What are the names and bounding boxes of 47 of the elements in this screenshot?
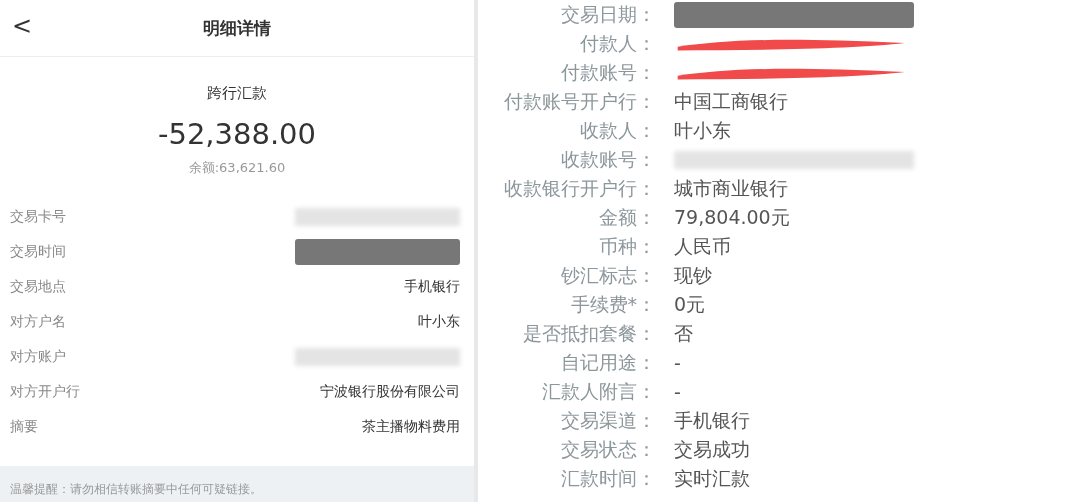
detail-label: 摘要 xyxy=(10,417,38,436)
transaction-type: 跨行汇款 xyxy=(207,84,267,103)
receipt-label: 收款账号： xyxy=(560,146,656,172)
receipt-value: 中国工商银行 xyxy=(674,88,788,114)
receipt-label: 收款银行开户行： xyxy=(503,175,656,201)
detail-label: 对方开户行 xyxy=(10,382,80,401)
receipt-label: 金额： xyxy=(598,204,656,230)
detail-value: 叶小东 xyxy=(418,312,460,331)
detail-value: 宁波银行股份有限公司 xyxy=(320,382,460,401)
receipt-value: 人民币 xyxy=(674,233,731,259)
receipt-value: 城市商业银行 xyxy=(674,175,788,201)
receipt-label: 交易日期： xyxy=(560,1,656,27)
receipt-label: 交易渠道： xyxy=(560,407,656,433)
receipt-label: 付款人： xyxy=(579,30,656,56)
receipt-label: 是否抵扣套餐： xyxy=(522,320,656,346)
receipt-value: 现钞 xyxy=(674,262,712,288)
detail-label: 对方账户 xyxy=(10,347,66,366)
detail-label: 交易时间 xyxy=(10,242,66,261)
receipt-label: 手续费*： xyxy=(569,291,656,317)
receipt-label: 自记用途： xyxy=(560,349,656,375)
detail-label: 对方户名 xyxy=(10,312,66,331)
receipt-value: 0元 xyxy=(674,291,706,317)
receipt-value: 79,804.00元 xyxy=(674,204,790,230)
receipt-value: 实时汇款 xyxy=(674,465,750,491)
detail-value: 手机银行 xyxy=(404,277,460,296)
receipt-label: 付款账号： xyxy=(560,59,656,85)
receipt-value: 手机银行 xyxy=(674,407,750,433)
notice-text: 温馨提醒：请勿相信转账摘要中任何可疑链接。 xyxy=(10,481,262,498)
receipt-label: 钞汇标志： xyxy=(560,262,656,288)
receipt-label: 汇款人附言： xyxy=(541,378,656,404)
back-button[interactable]: < xyxy=(8,12,37,40)
receipt-value: 否 xyxy=(674,320,693,346)
receipt-value: - xyxy=(674,351,681,374)
receipt-label: 汇款时间： xyxy=(560,465,656,491)
receipt-label: 付款账号开户行： xyxy=(503,88,656,114)
detail-label: 交易地点 xyxy=(10,277,66,296)
detail-label: 交易卡号 xyxy=(10,207,66,226)
page-title: 明细详情 xyxy=(203,16,271,40)
receipt-value: 叶小东 xyxy=(674,117,731,143)
balance-text: 余额:63,621.60 xyxy=(188,159,286,177)
receipt-value: 交易成功 xyxy=(674,436,750,462)
receipt-label: 收款人： xyxy=(579,117,656,143)
detail-value: 茶主播物料费用 xyxy=(362,417,460,436)
receipt-label: 交易状态： xyxy=(560,436,656,462)
transaction-amount: -52,388.00 xyxy=(157,117,317,151)
receipt-value: - xyxy=(674,380,681,403)
receipt-label: 币种： xyxy=(598,233,656,259)
